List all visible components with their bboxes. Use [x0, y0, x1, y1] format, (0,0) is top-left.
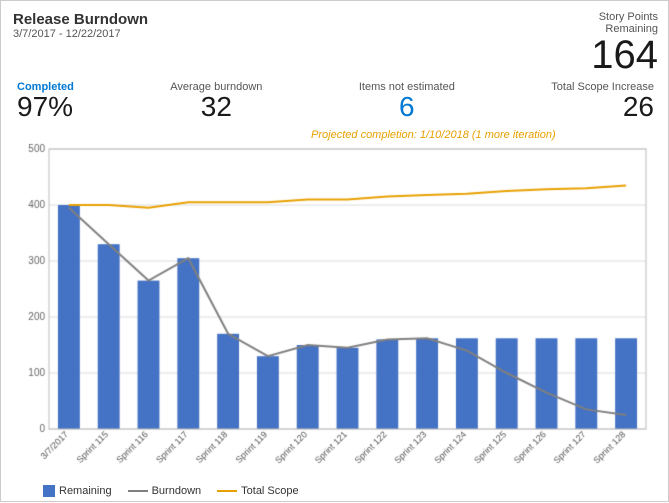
burndown-chart — [13, 127, 658, 481]
items-value: 6 — [399, 93, 415, 121]
legend-burndown: Burndown — [128, 485, 202, 497]
chart-area: Projected completion: 1/10/2018 (1 more … — [13, 127, 658, 481]
date-range: 3/7/2017 - 12/22/2017 — [13, 28, 148, 40]
legend-remaining-icon — [43, 485, 55, 497]
legend-remaining: Remaining — [43, 485, 112, 497]
legend-scope-label: Total Scope — [241, 485, 298, 497]
metric-avg-burndown: Average burndown 32 — [170, 81, 262, 121]
metrics-row: Completed 97% Average burndown 32 Items … — [13, 81, 658, 121]
legend-scope-icon — [217, 490, 237, 492]
completed-value: 97% — [17, 93, 73, 121]
metric-total-scope: Total Scope Increase 26 — [551, 81, 654, 121]
chart-title: Release Burndown — [13, 11, 148, 28]
title-block: Release Burndown 3/7/2017 - 12/22/2017 — [13, 11, 148, 40]
scope-value: 26 — [623, 93, 654, 121]
legend-remaining-label: Remaining — [59, 485, 112, 497]
legend-burndown-icon — [128, 490, 148, 492]
header-row: Release Burndown 3/7/2017 - 12/22/2017 S… — [13, 11, 658, 75]
story-points-block: Story Points Remaining 164 — [591, 11, 658, 75]
sp-value: 164 — [591, 33, 658, 77]
metric-items-not-estimated: Items not estimated 6 — [359, 81, 455, 121]
legend-total-scope: Total Scope — [217, 485, 298, 497]
metric-completed: Completed 97% — [17, 81, 74, 121]
chart-legend: Remaining Burndown Total Scope — [13, 485, 658, 497]
avg-value: 32 — [201, 93, 232, 121]
sp-label-line1: Story Points — [591, 11, 658, 23]
legend-burndown-label: Burndown — [152, 485, 202, 497]
